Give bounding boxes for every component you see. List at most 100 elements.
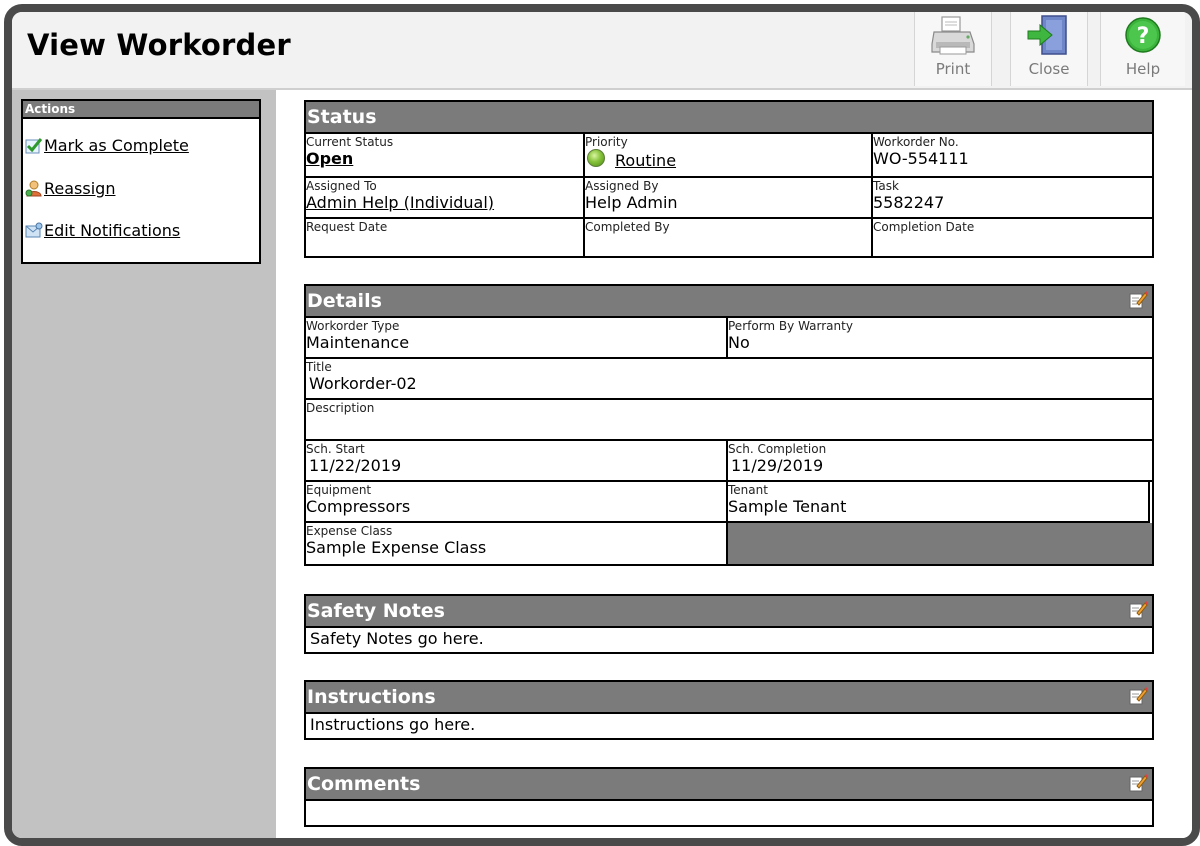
tenant-value: Sample Tenant (728, 497, 847, 516)
printer-icon (931, 16, 975, 55)
help-button[interactable]: ? Help (1100, 12, 1185, 86)
sch-completion-value: 11/29/2019 (731, 456, 824, 475)
notification-icon (25, 222, 43, 238)
task-value: 5582247 (873, 193, 945, 212)
header: View Workorder Print Close ? Help (12, 12, 1192, 90)
status-grid: Current Status Open Priority Routine Wor… (306, 134, 1152, 256)
status-panel: Status Current Status Open Priority Rout… (304, 100, 1154, 258)
main-content: Status Current Status Open Priority Rout… (276, 90, 1192, 838)
priority-indicator-icon (587, 149, 605, 167)
reassign-label: Reassign (44, 179, 116, 198)
expense-class-value: Sample Expense Class (306, 538, 487, 557)
user-reassign-icon (25, 180, 42, 197)
task-label: Task (873, 179, 899, 193)
details-grid: Workorder Type Maintenance Perform By Wa… (306, 318, 1152, 564)
check-icon (25, 138, 43, 154)
app-window: View Workorder Print Close ? Help Action… (4, 4, 1200, 846)
current-status-cell: Current Status Open (306, 134, 585, 178)
details-title: Details (307, 290, 382, 312)
safety-notes-panel: Safety Notes Safety Notes go here. (304, 594, 1154, 654)
title-label: Title (306, 360, 332, 374)
print-label: Print (935, 60, 971, 78)
task-cell: Task 5582247 (873, 178, 1152, 219)
description-label: Description (306, 401, 375, 415)
close-button[interactable]: Close (1010, 12, 1088, 86)
priority-value: Routine (585, 149, 871, 171)
sidebar: Actions Mark as Complete Reassign Edit N… (12, 90, 276, 838)
tenant-cell: Tenant Sample Tenant (728, 482, 1150, 523)
actions-panel: Actions Mark as Complete Reassign Edit N… (21, 99, 261, 264)
assigned-to-link[interactable]: Admin Help (Individual) (306, 193, 583, 213)
priority-label: Priority (585, 135, 628, 149)
safety-notes-title: Safety Notes (307, 600, 445, 622)
warranty-cell: Perform By Warranty No (728, 318, 1152, 359)
equipment-label: Equipment (306, 483, 372, 497)
assigned-by-cell: Assigned By Help Admin (585, 178, 873, 219)
svg-text:?: ? (1137, 24, 1150, 49)
equipment-cell: Equipment Compressors (306, 482, 728, 523)
warranty-label: Perform By Warranty (728, 319, 853, 333)
completion-date-cell: Completion Date (873, 219, 1152, 256)
empty-cell (728, 523, 1152, 564)
assigned-by-value: Help Admin (585, 193, 678, 212)
actions-title: Actions (23, 101, 259, 119)
sch-completion-label: Sch. Completion (728, 442, 827, 456)
equipment-value: Compressors (306, 497, 411, 516)
edit-icon[interactable] (1128, 686, 1148, 706)
sch-start-label: Sch. Start (306, 442, 365, 456)
priority-link[interactable]: Routine (615, 151, 676, 170)
tenant-label: Tenant (728, 483, 768, 497)
close-label: Close (1028, 60, 1070, 78)
status-title: Status (306, 102, 1152, 134)
help-label: Help (1125, 60, 1161, 78)
priority-cell: Priority Routine (585, 134, 873, 178)
assigned-by-label: Assigned By (585, 179, 659, 193)
edit-icon[interactable] (1128, 290, 1148, 310)
edit-icon[interactable] (1128, 773, 1148, 793)
mark-complete-label: Mark as Complete (44, 136, 189, 155)
current-status-link[interactable]: Open (306, 149, 583, 169)
request-date-cell: Request Date (306, 219, 585, 256)
reassign-link[interactable]: Reassign (25, 179, 115, 198)
completed-by-label: Completed By (585, 220, 670, 234)
edit-icon[interactable] (1128, 600, 1148, 620)
current-status-label: Current Status (306, 135, 394, 149)
page-title: View Workorder (27, 28, 291, 62)
workorder-no-label: Workorder No. (873, 135, 959, 149)
comments-header: Comments (306, 769, 1152, 801)
print-button[interactable]: Print (914, 12, 992, 86)
exit-door-icon (1027, 15, 1067, 55)
instructions-title: Instructions (307, 686, 436, 708)
request-date-label: Request Date (306, 220, 388, 234)
instructions-header: Instructions (306, 682, 1152, 714)
workorder-type-cell: Workorder Type Maintenance (306, 318, 728, 359)
workorder-type-value: Maintenance (306, 333, 410, 352)
workorder-no-value: WO-554111 (873, 149, 969, 168)
warranty-value: No (728, 333, 750, 352)
edit-notifications-label: Edit Notifications (44, 221, 181, 240)
sch-start-cell: Sch. Start 11/22/2019 (306, 441, 728, 482)
help-icon: ? (1125, 17, 1161, 53)
details-panel: Details Workorder Type Maintenance Perfo… (304, 284, 1154, 566)
mark-complete-link[interactable]: Mark as Complete (25, 136, 189, 155)
instructions-text: Instructions go here. (310, 715, 476, 734)
expense-class-cell: Expense Class Sample Expense Class (306, 523, 728, 564)
title-value: Workorder-02 (309, 374, 417, 393)
edit-notifications-link[interactable]: Edit Notifications (25, 221, 180, 240)
comments-panel: Comments (304, 767, 1154, 827)
assigned-to-label: Assigned To (306, 179, 377, 193)
comments-title: Comments (307, 773, 421, 795)
safety-notes-text: Safety Notes go here. (310, 629, 484, 648)
details-header: Details (306, 286, 1152, 318)
completed-by-cell: Completed By (585, 219, 873, 256)
sch-start-value: 11/22/2019 (309, 456, 402, 475)
title-cell: Title Workorder-02 (306, 359, 1152, 400)
description-cell: Description (306, 400, 1152, 441)
workorder-no-cell: Workorder No. WO-554111 (873, 134, 1152, 178)
instructions-panel: Instructions Instructions go here. (304, 680, 1154, 740)
safety-notes-header: Safety Notes (306, 596, 1152, 628)
completion-date-label: Completion Date (873, 220, 975, 234)
expense-class-label: Expense Class (306, 524, 393, 538)
assigned-to-cell: Assigned To Admin Help (Individual) (306, 178, 585, 219)
sch-completion-cell: Sch. Completion 11/29/2019 (728, 441, 1152, 482)
